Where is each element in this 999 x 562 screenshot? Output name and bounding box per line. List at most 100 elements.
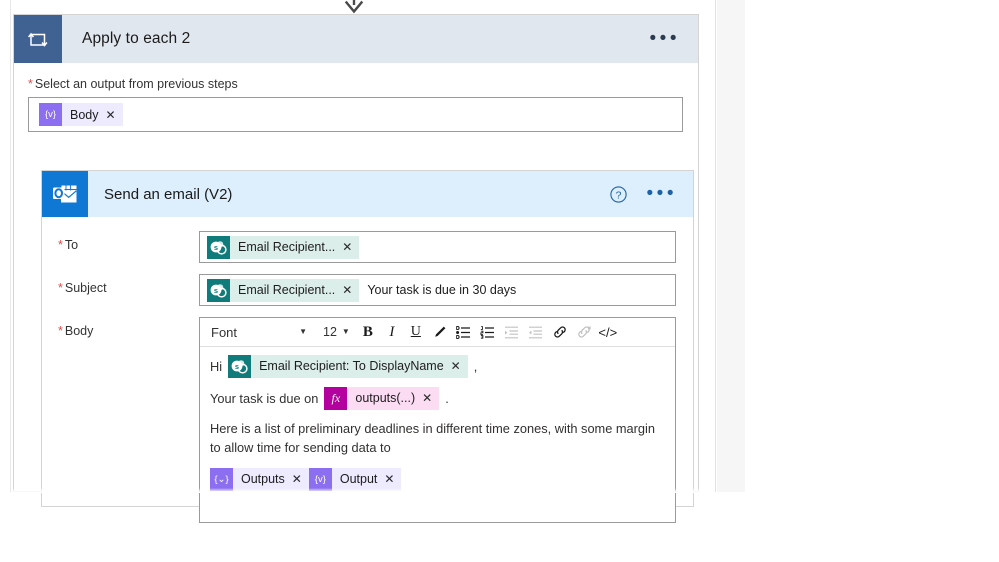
pen-highlight-icon[interactable] xyxy=(428,319,452,345)
required-marker: * xyxy=(28,77,33,91)
code-view-label: </> xyxy=(598,324,618,340)
variable-token-icon: {v} xyxy=(39,103,62,126)
subject-label-text: Subject xyxy=(64,281,107,295)
subject-control: s Email Recipient... ✕ Your task is due … xyxy=(199,274,693,306)
token-remove-button[interactable]: ✕ xyxy=(384,470,394,489)
required-marker: * xyxy=(58,324,63,338)
underline-label: U xyxy=(410,324,421,339)
token-remove-button[interactable]: ✕ xyxy=(106,108,116,122)
token-expression[interactable]: fx outputs(...) ✕ xyxy=(324,387,440,410)
to-label: * To xyxy=(42,231,199,263)
token-remove-button[interactable]: ✕ xyxy=(342,240,352,254)
due-period: . xyxy=(445,391,449,406)
send-email-title: Send an email (V2) xyxy=(104,185,233,203)
token-label: Email Recipient... xyxy=(238,240,336,254)
token-remove-button[interactable]: ✕ xyxy=(422,389,432,408)
select-output-label-text: Select an output from previous steps xyxy=(34,77,238,91)
font-family-value: Font xyxy=(211,324,238,340)
svg-text:?: ? xyxy=(615,189,621,201)
select-output-label: * Select an output from previous steps xyxy=(28,77,698,91)
italic-label: I xyxy=(389,323,395,340)
font-size-dropdown[interactable]: 12 ▼ xyxy=(314,319,356,346)
canvas-right-rule xyxy=(715,0,716,492)
canvas-right-gutter xyxy=(717,0,745,492)
underline-button[interactable]: U xyxy=(404,319,428,345)
field-row-to: * To s Email Recipient... ✕ xyxy=(42,231,693,263)
outlook-icon xyxy=(42,171,88,217)
send-email-actions: ? ••• xyxy=(609,184,677,203)
chevron-down-icon: ▼ xyxy=(341,327,350,336)
editor-content[interactable]: Hi s Email Recipient: To DisplayName ✕ ,… xyxy=(200,347,675,522)
send-email-card[interactable]: Send an email (V2) ? ••• * To s Email Re… xyxy=(41,170,694,523)
select-output-input[interactable]: {v} Body ✕ xyxy=(28,97,683,132)
expression-token-icon: fx xyxy=(324,387,348,410)
required-marker: * xyxy=(58,281,63,295)
editor-line-greeting: Hi s Email Recipient: To DisplayName ✕ , xyxy=(210,355,665,378)
svg-text:s: s xyxy=(214,243,218,252)
sharepoint-token-icon: s xyxy=(207,235,230,259)
token-label: outputs(...) xyxy=(355,391,416,405)
token-label-wrap: Body ✕ xyxy=(62,103,123,126)
editor-line-due: Your task is due on fx outputs(...) ✕ . xyxy=(210,387,665,410)
increase-indent-icon[interactable] xyxy=(500,319,524,345)
token-label: Output xyxy=(339,472,378,486)
numbered-list-icon[interactable] xyxy=(476,319,500,345)
bulleted-list-icon[interactable] xyxy=(452,319,476,345)
svg-text:s: s xyxy=(214,286,218,295)
to-label-text: To xyxy=(64,238,79,252)
token-remove-button[interactable]: ✕ xyxy=(292,470,302,489)
token-label-wrap: Email Recipient... ✕ xyxy=(230,278,360,302)
token-sharepoint[interactable]: s Email Recipient... ✕ xyxy=(207,278,360,302)
token-body[interactable]: {v} Body ✕ xyxy=(39,103,123,126)
insert-link-icon[interactable] xyxy=(548,319,572,345)
remove-link-icon[interactable] xyxy=(572,319,596,345)
required-marker: * xyxy=(58,238,63,252)
decrease-indent-icon[interactable] xyxy=(524,319,548,345)
token-label: Outputs xyxy=(241,472,285,486)
editor-toolbar: Font ▼ 12 ▼ B I U </> xyxy=(200,318,675,347)
send-email-fields: * To s Email Recipient... ✕ * Subject s … xyxy=(42,217,693,523)
apply-to-each-loop-icon xyxy=(14,15,62,63)
greeting-text: Hi xyxy=(210,359,223,374)
field-row-subject: * Subject s Email Recipient... ✕ Your ta… xyxy=(42,274,693,306)
font-family-dropdown[interactable]: Font ▼ xyxy=(202,319,314,346)
token-label-wrap: outputs(...) ✕ xyxy=(347,387,440,410)
code-view-button[interactable]: </> xyxy=(596,319,620,345)
sharepoint-token-icon: s xyxy=(228,355,252,378)
token-sharepoint[interactable]: s Email Recipient... ✕ xyxy=(207,235,360,259)
to-input[interactable]: s Email Recipient... ✕ xyxy=(199,231,676,263)
help-icon[interactable]: ? xyxy=(609,185,627,203)
to-control: s Email Recipient... ✕ xyxy=(199,231,693,263)
select-output-section: * Select an output from previous steps {v… xyxy=(14,63,698,132)
token-sharepoint[interactable]: s Email Recipient: To DisplayName ✕ xyxy=(228,355,468,378)
svg-text:s: s xyxy=(235,362,239,371)
sharepoint-token-icon: s xyxy=(207,278,230,302)
subject-text: Your task is due in 30 days xyxy=(367,283,517,297)
apply-to-each-card[interactable]: Apply to each 2 ••• * Select an output fr… xyxy=(13,14,699,523)
editor-paragraph: Here is a list of preliminary deadlines … xyxy=(210,421,656,455)
down-arrow-icon xyxy=(340,0,368,14)
italic-button[interactable]: I xyxy=(380,319,404,345)
due-text: Your task is due on xyxy=(210,391,319,406)
token-label: Email Recipient... xyxy=(238,283,336,297)
token-remove-button[interactable]: ✕ xyxy=(342,283,352,297)
token-remove-button[interactable]: ✕ xyxy=(451,357,461,376)
bold-button[interactable]: B xyxy=(356,319,380,345)
chevron-down-icon: ▼ xyxy=(299,327,307,336)
subject-input[interactable]: s Email Recipient... ✕ Your task is due … xyxy=(199,274,676,306)
font-size-value: 12 xyxy=(323,325,337,339)
token-label-wrap: Email Recipient: To DisplayName ✕ xyxy=(251,355,468,378)
token-label: Body xyxy=(70,107,99,122)
subject-label: * Subject xyxy=(42,274,199,306)
send-email-overflow-button[interactable]: ••• xyxy=(647,184,677,203)
token-label: Email Recipient: To DisplayName xyxy=(259,359,444,373)
token-label-wrap: Email Recipient... ✕ xyxy=(230,235,360,259)
apply-to-each-header[interactable]: Apply to each 2 ••• xyxy=(14,15,698,63)
send-email-header[interactable]: Send an email (V2) ? ••• xyxy=(42,171,693,217)
apply-to-each-overflow-button[interactable]: ••• xyxy=(650,29,680,48)
flow-designer-canvas: Apply to each 2 ••• * Select an output fr… xyxy=(0,0,999,562)
canvas-left-rule xyxy=(10,0,11,492)
canvas-bottom-fade xyxy=(13,488,700,493)
body-label-text: Body xyxy=(64,324,94,338)
bold-label: B xyxy=(362,323,373,340)
